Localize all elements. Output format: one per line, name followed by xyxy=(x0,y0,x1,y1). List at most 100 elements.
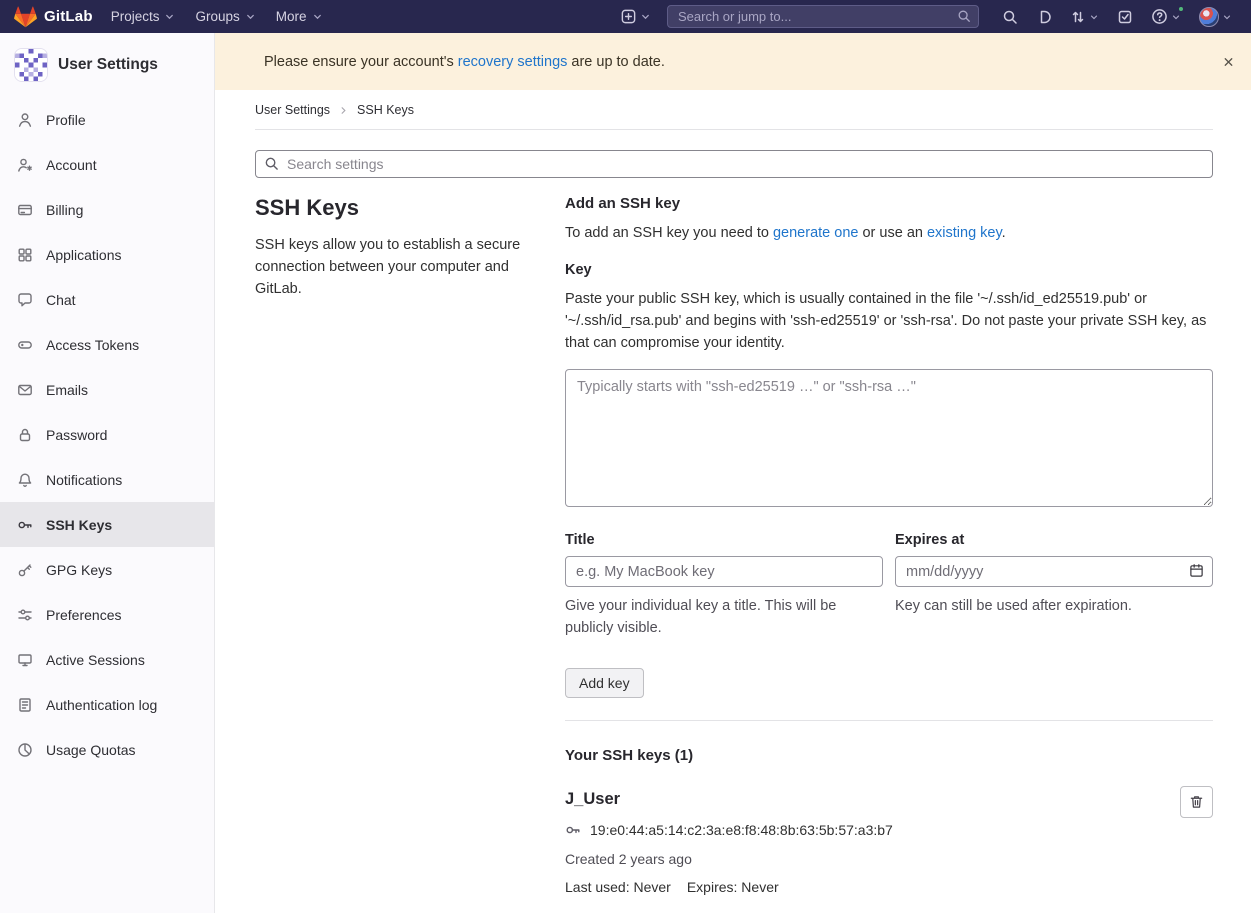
chevron-down-icon xyxy=(1222,12,1232,22)
page-title: SSH Keys xyxy=(255,195,545,221)
global-search xyxy=(667,5,979,28)
key-title-input[interactable] xyxy=(565,556,883,587)
user-menu[interactable] xyxy=(1190,0,1241,33)
search-button[interactable] xyxy=(993,0,1027,33)
breadcrumb-divider xyxy=(255,129,1213,130)
ssh-key-name: J_User xyxy=(565,790,1163,809)
sidebar-header: User Settings xyxy=(0,33,214,97)
preferences-icon xyxy=(17,607,33,623)
search-icon xyxy=(1002,9,1018,25)
expires-at-label: Expires at xyxy=(895,532,1213,548)
ssh-key-expires: Expires: Never xyxy=(687,879,779,895)
sidebar-item-chat[interactable]: Chat xyxy=(0,277,214,322)
emails-icon xyxy=(17,382,33,398)
sidebar-item-ssh-keys[interactable]: SSH Keys xyxy=(0,502,214,547)
sidebar-item-preferences[interactable]: Preferences xyxy=(0,592,214,637)
notifications-icon xyxy=(17,472,33,488)
sidebar-title: User Settings xyxy=(58,56,158,74)
usage-quotas-icon xyxy=(17,742,33,758)
gitlab-app: GitLab Projects Groups More xyxy=(0,0,1251,913)
settings-sidebar: User Settings Profile Account Billing xyxy=(0,33,215,913)
nav-more-label: More xyxy=(276,9,307,24)
billing-icon xyxy=(17,202,33,218)
sidebar-item-authentication-log[interactable]: Authentication log xyxy=(0,682,214,727)
nav-groups-label: Groups xyxy=(195,9,239,24)
ssh-key-textarea[interactable] xyxy=(565,369,1213,507)
merge-requests-icon xyxy=(1070,9,1086,25)
sidebar-item-label: Applications xyxy=(46,247,122,263)
gitlab-home-link[interactable]: GitLab xyxy=(10,6,101,28)
section-intro: SSH Keys SSH keys allow you to establish… xyxy=(255,195,565,300)
todos-button[interactable] xyxy=(1108,0,1142,33)
nav-projects-label: Projects xyxy=(111,9,160,24)
global-search-input[interactable] xyxy=(667,5,979,28)
trash-icon xyxy=(1189,794,1204,809)
sidebar-item-emails[interactable]: Emails xyxy=(0,367,214,412)
chevron-down-icon xyxy=(312,11,323,22)
password-icon xyxy=(17,427,33,443)
ssh-key-last-used: Last used: Never xyxy=(565,879,671,895)
breadcrumb: User Settings SSH Keys xyxy=(255,103,1213,117)
chevron-down-icon xyxy=(1171,12,1181,22)
sidebar-item-notifications[interactable]: Notifications xyxy=(0,457,214,502)
key-label: Key xyxy=(565,262,1213,278)
key-icon xyxy=(565,822,581,838)
expires-at-date-input[interactable] xyxy=(895,556,1213,587)
sidebar-item-label: Access Tokens xyxy=(46,337,139,353)
sidebar-item-billing[interactable]: Billing xyxy=(0,187,214,232)
add-ssh-key-intro: To add an SSH key you need to generate o… xyxy=(565,225,1213,241)
chevron-down-icon xyxy=(164,11,175,22)
expires-help-text: Key can still be used after expiration. xyxy=(895,596,1213,618)
sidebar-item-label: Usage Quotas xyxy=(46,742,136,758)
sidebar-item-gpg-keys[interactable]: GPG Keys xyxy=(0,547,214,592)
sidebar-item-account[interactable]: Account xyxy=(0,142,214,187)
sidebar-item-access-tokens[interactable]: Access Tokens xyxy=(0,322,214,367)
settings-search-input[interactable] xyxy=(255,150,1213,178)
add-ssh-key-heading: Add an SSH key xyxy=(565,195,1213,212)
nav-more-menu[interactable]: More xyxy=(266,0,333,33)
top-navbar: GitLab Projects Groups More xyxy=(0,0,1251,33)
brand-text: GitLab xyxy=(44,8,93,25)
chat-icon xyxy=(17,292,33,308)
profile-icon xyxy=(17,112,33,128)
recovery-settings-link[interactable]: recovery settings xyxy=(458,54,568,70)
sidebar-item-label: Chat xyxy=(46,292,76,308)
chevron-down-icon xyxy=(1089,12,1099,22)
chevron-right-icon xyxy=(338,105,349,116)
ssh-key-fingerprint: 19:e0:44:a5:14:c2:3a:e8:f8:48:8b:63:5b:5… xyxy=(590,822,893,838)
plus-square-icon xyxy=(620,8,637,25)
help-icon xyxy=(1151,8,1168,25)
expires-field-group: Expires at Key can still be used after e… xyxy=(895,532,1213,640)
help-menu[interactable] xyxy=(1142,0,1190,33)
breadcrumb-user-settings-link[interactable]: User Settings xyxy=(255,103,330,117)
sidebar-item-label: Account xyxy=(46,157,97,173)
issues-button[interactable] xyxy=(1027,0,1061,33)
alert-text-after: are up to date. xyxy=(571,54,665,70)
alert-close-button[interactable] xyxy=(1218,51,1239,72)
chevron-down-icon xyxy=(640,11,651,22)
search-icon xyxy=(957,9,971,23)
new-menu-button[interactable] xyxy=(610,8,661,25)
merge-requests-menu[interactable] xyxy=(1061,0,1108,33)
sidebar-item-profile[interactable]: Profile xyxy=(0,97,214,142)
breadcrumb-ssh-keys-link[interactable]: SSH Keys xyxy=(357,103,414,117)
generate-one-link[interactable]: generate one xyxy=(773,225,858,241)
sidebar-item-usage-quotas[interactable]: Usage Quotas xyxy=(0,727,214,772)
existing-key-link[interactable]: existing key xyxy=(927,225,1002,241)
nav-groups-menu[interactable]: Groups xyxy=(185,0,265,33)
sidebar-item-label: Preferences xyxy=(46,607,121,623)
sidebar-item-label: GPG Keys xyxy=(46,562,112,578)
delete-key-button[interactable] xyxy=(1180,786,1213,818)
sidebar-item-label: Password xyxy=(46,427,107,443)
sidebar-item-password[interactable]: Password xyxy=(0,412,214,457)
settings-search xyxy=(255,150,1213,178)
applications-icon xyxy=(17,247,33,263)
nav-projects-menu[interactable]: Projects xyxy=(101,0,186,33)
your-ssh-keys-heading: Your SSH keys (1) xyxy=(565,747,1213,764)
sidebar-item-active-sessions[interactable]: Active Sessions xyxy=(0,637,214,682)
sidebar-item-applications[interactable]: Applications xyxy=(0,232,214,277)
alert-text-before: Please ensure your account's xyxy=(264,54,454,70)
add-key-button[interactable]: Add key xyxy=(565,668,644,698)
sidebar-item-label: SSH Keys xyxy=(46,517,112,533)
issues-icon xyxy=(1036,9,1052,25)
